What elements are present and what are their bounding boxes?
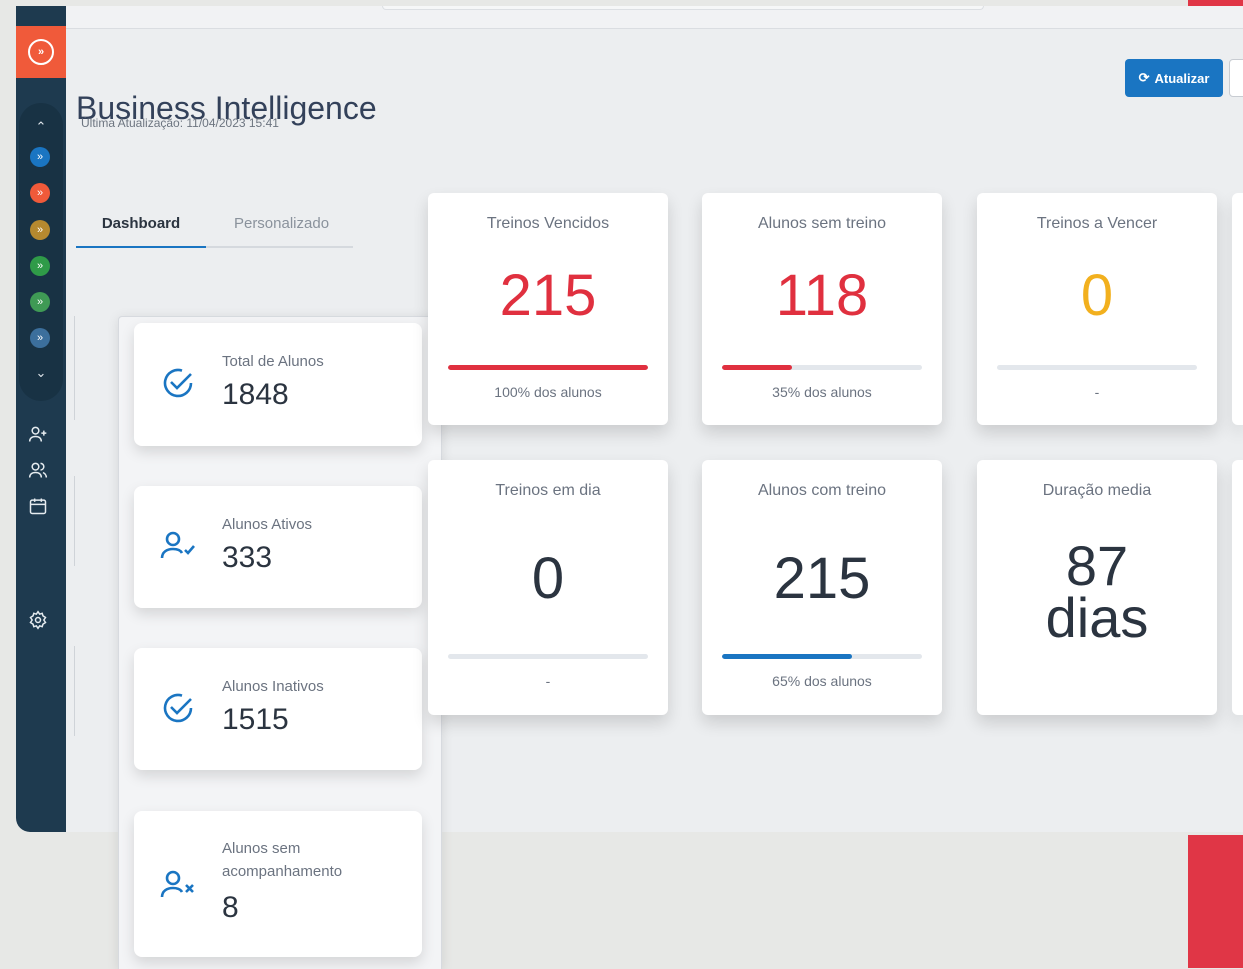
stat-card-alunos-ativos[interactable]: Alunos Ativos 333 bbox=[134, 486, 422, 608]
stat-value: 1515 bbox=[222, 703, 289, 736]
kpi-subtext: - bbox=[545, 673, 551, 689]
users-icon[interactable] bbox=[16, 460, 60, 485]
chevron-up-icon[interactable]: ⌃ bbox=[19, 119, 63, 135]
search-bar[interactable] bbox=[382, 6, 984, 10]
chevron-down-icon[interactable]: ⌄ bbox=[19, 365, 63, 381]
stat-card-total-alunos[interactable]: Total de Alunos 1848 bbox=[134, 323, 422, 446]
top-bar bbox=[66, 6, 1243, 29]
settings-icon[interactable] bbox=[16, 610, 60, 635]
module-icon-6[interactable] bbox=[30, 328, 50, 348]
kpi-value: 118 bbox=[775, 263, 869, 328]
kpi-card-partial[interactable] bbox=[1232, 193, 1243, 425]
kpi-subtext: - bbox=[1094, 384, 1100, 400]
module-icon-1[interactable] bbox=[30, 147, 50, 167]
kpi-value: 215 bbox=[499, 263, 597, 328]
secondary-button[interactable] bbox=[1229, 59, 1243, 97]
kpi-label: Duração media bbox=[1042, 482, 1152, 499]
refresh-button-label: Atualizar bbox=[1154, 70, 1210, 86]
module-icon-4[interactable] bbox=[30, 256, 50, 276]
kpi-label: Treinos em dia bbox=[495, 482, 601, 499]
kpi-subtext: 100% dos alunos bbox=[494, 384, 602, 400]
kpi-card-alunos-com-treino[interactable]: Alunos com treino 215 65% dos alunos bbox=[702, 460, 942, 715]
kpi-card-duracao-media[interactable]: Duração media 87 dias bbox=[977, 460, 1217, 715]
calendar-icon[interactable] bbox=[16, 496, 60, 521]
module-icon-5[interactable] bbox=[30, 292, 50, 312]
kpi-card-alunos-sem-treino[interactable]: Alunos sem treino 118 35% dos alunos bbox=[702, 193, 942, 425]
red-accent-bottom bbox=[1188, 835, 1243, 968]
kpi-progress-bar bbox=[722, 654, 922, 659]
add-user-icon[interactable] bbox=[16, 424, 60, 449]
check-circle-icon bbox=[163, 368, 193, 398]
kpi-progress-fill bbox=[448, 365, 648, 370]
tab-personalizado[interactable]: Personalizado bbox=[214, 202, 349, 246]
kpi-progress-bar bbox=[997, 365, 1197, 370]
kpi-progress-bar bbox=[448, 654, 648, 659]
kpi-value: 0 bbox=[1080, 263, 1114, 328]
kpi-progress-bar bbox=[448, 365, 648, 370]
kpi-value-unit: dias bbox=[1045, 586, 1149, 649]
sidebar: » ⌃ ⌄ bbox=[16, 6, 66, 832]
kpi-label: Alunos com treino bbox=[757, 482, 887, 499]
module-icon-3[interactable] bbox=[30, 220, 50, 240]
check-circle-icon bbox=[163, 693, 193, 723]
tab-bar: Dashboard Personalizado bbox=[76, 202, 353, 248]
kpi-progress-bar bbox=[722, 365, 922, 370]
kpi-value: 0 bbox=[531, 546, 565, 611]
logo-icon: » bbox=[28, 39, 54, 65]
kpi-value: 87 dias bbox=[977, 534, 1217, 649]
module-switcher: ⌃ ⌄ bbox=[19, 103, 63, 401]
app-logo[interactable]: » bbox=[16, 26, 66, 78]
kpi-subtext: 65% dos alunos bbox=[772, 673, 872, 689]
stat-value: 1848 bbox=[222, 378, 289, 411]
kpi-label: Alunos sem treino bbox=[757, 215, 887, 232]
stat-label: Alunos sem acompanhamento bbox=[222, 840, 343, 880]
stat-label: Alunos Ativos bbox=[222, 516, 313, 533]
stat-card-alunos-inativos[interactable]: Alunos Inativos 1515 bbox=[134, 648, 422, 770]
last-update-text: Última Atualização: 11/04/2023 15:41 bbox=[81, 116, 279, 130]
kpi-card-partial[interactable] bbox=[1232, 460, 1243, 715]
stat-card-alunos-sem-acompanhamento[interactable]: Alunos sem acompanhamento 8 bbox=[134, 811, 422, 957]
kpi-card-treinos-vencidos[interactable]: Treinos Vencidos 215 100% dos alunos bbox=[428, 193, 668, 425]
kpi-card-treinos-a-vencer[interactable]: Treinos a Vencer 0 - bbox=[977, 193, 1217, 425]
tab-dashboard[interactable]: Dashboard bbox=[76, 202, 206, 248]
refresh-icon: ⟳ bbox=[1138, 70, 1150, 85]
kpi-label: Treinos a Vencer bbox=[1036, 215, 1158, 232]
kpi-subtext: 35% dos alunos bbox=[772, 384, 872, 400]
stat-value: 333 bbox=[222, 541, 273, 574]
user-check-icon bbox=[160, 531, 195, 559]
kpi-label: Treinos Vencidos bbox=[486, 215, 610, 232]
stat-label: Alunos Inativos bbox=[222, 678, 324, 695]
kpi-card-treinos-em-dia[interactable]: Treinos em dia 0 - bbox=[428, 460, 668, 715]
kpi-progress-fill bbox=[722, 654, 852, 659]
kpi-progress-fill bbox=[722, 365, 792, 370]
stat-label: Total de Alunos bbox=[222, 353, 324, 370]
module-icon-2[interactable] bbox=[30, 183, 50, 203]
stat-value: 8 bbox=[222, 891, 239, 924]
kpi-value: 215 bbox=[773, 546, 871, 611]
refresh-button[interactable]: ⟳ Atualizar bbox=[1125, 59, 1223, 97]
kpi-value-number: 87 bbox=[1065, 534, 1129, 597]
user-x-icon bbox=[160, 870, 194, 898]
